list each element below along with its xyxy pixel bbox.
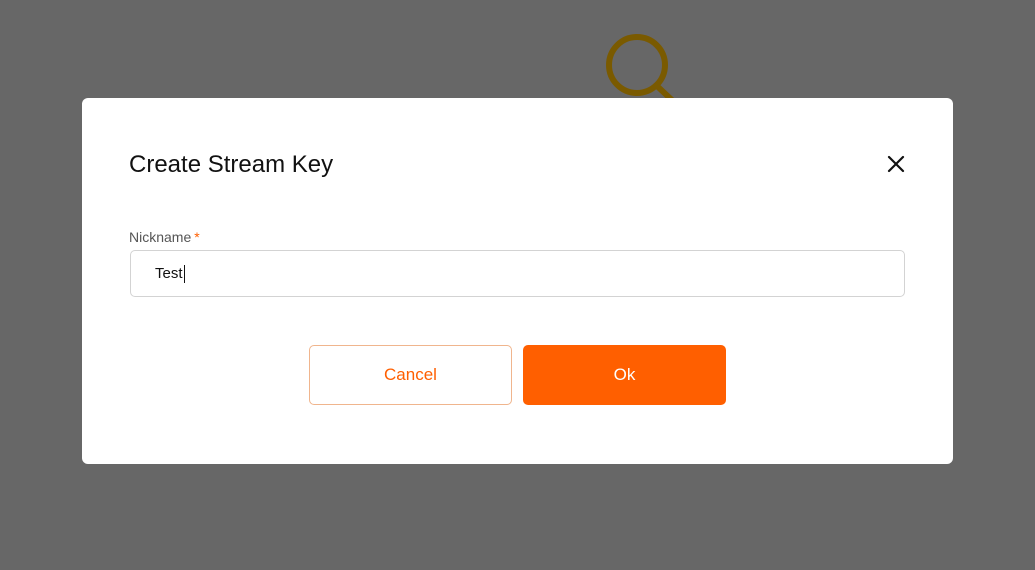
ok-button[interactable]: Ok: [523, 345, 726, 405]
nickname-input-value: Test: [155, 265, 183, 282]
nickname-label-text: Nickname: [129, 229, 192, 245]
close-icon: [887, 155, 905, 173]
nickname-label: Nickname *: [129, 228, 200, 246]
dialog-title: Create Stream Key: [129, 151, 334, 178]
nickname-input[interactable]: Test: [130, 250, 905, 297]
cancel-button[interactable]: Cancel: [309, 345, 512, 405]
search-icon: [606, 34, 677, 105]
close-button[interactable]: [882, 150, 910, 178]
required-mark: *: [194, 229, 200, 245]
text-caret: [183, 264, 185, 283]
create-stream-key-dialog: Create Stream Key Nickname * Test Cancel …: [82, 98, 953, 464]
